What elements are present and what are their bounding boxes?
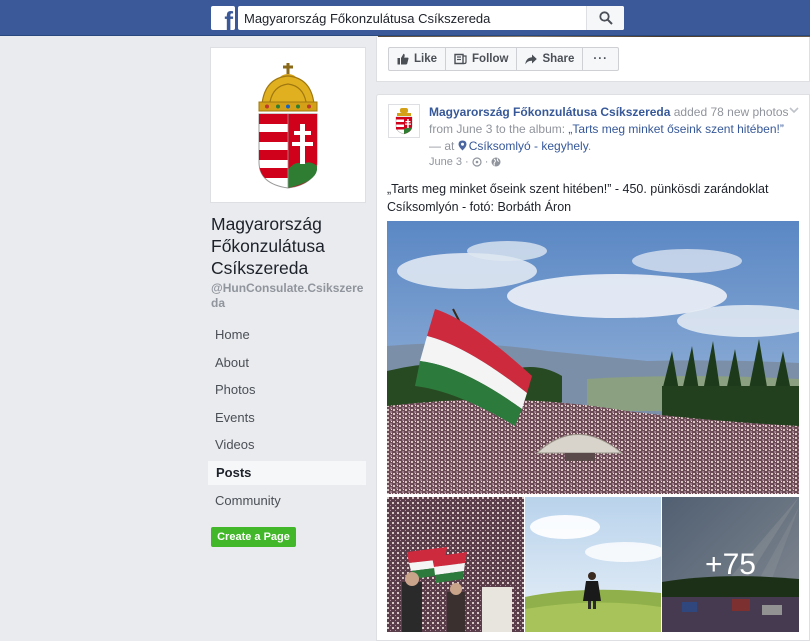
thumbs-up-icon — [397, 53, 409, 65]
nav-item-community[interactable]: Community — [207, 487, 367, 515]
profile-picture[interactable] — [210, 47, 366, 203]
location-check-icon — [472, 157, 482, 167]
share-button[interactable]: Share — [516, 47, 584, 71]
album-link[interactable]: „Tarts meg minket őseink szent hitében!” — [568, 122, 783, 136]
search-icon — [599, 11, 613, 25]
coat-of-arms-image — [215, 52, 361, 198]
post-photo-thumbnail-3[interactable]: +75 — [662, 497, 799, 632]
at-text: — at — [429, 139, 458, 153]
location-pin-icon — [458, 140, 467, 151]
page-action-buttons: Like Follow Share ··· — [388, 47, 619, 71]
post-header: Magyarország Főkonzulátusa Csíkszereda a… — [429, 104, 789, 155]
create-page-button[interactable]: Create a Page — [211, 527, 296, 547]
page-navigation: Home About Photos Events Videos Posts Co… — [207, 321, 367, 514]
nav-item-photos[interactable]: Photos — [207, 376, 367, 404]
post-message: „Tarts meg minket őseink szent hitében!”… — [387, 182, 769, 214]
post-meta: June 3 · · — [429, 156, 501, 168]
location-link[interactable]: Csíksomlyó - kegyhely — [469, 139, 588, 153]
globe-public-icon — [491, 157, 501, 167]
photo-girl-meadow — [525, 497, 661, 632]
search-button[interactable] — [586, 6, 624, 30]
photo-crowd-flag — [387, 221, 799, 494]
share-label: Share — [542, 53, 575, 65]
search-box — [238, 6, 624, 30]
nav-item-posts[interactable]: Posts — [207, 459, 367, 486]
like-label: Like — [414, 53, 438, 65]
facebook-logo-letter: f — [224, 6, 233, 30]
location-period: . — [587, 139, 592, 153]
more-icon: ··· — [593, 53, 608, 65]
meta-separator-2: · — [484, 156, 489, 168]
post-photo-main[interactable] — [387, 221, 799, 494]
coat-of-arms-thumbnail — [395, 108, 413, 135]
nav-item-home[interactable]: Home — [207, 321, 367, 349]
page-handle[interactable]: @HunConsulate.Csikszereda — [211, 281, 369, 311]
more-photos-overlay[interactable]: +75 — [662, 497, 799, 632]
follow-icon — [454, 53, 467, 65]
post-author-avatar[interactable] — [388, 104, 420, 138]
post-author-link[interactable]: Magyarország Főkonzulátusa Csíkszereda — [429, 105, 670, 119]
meta-separator: · — [465, 156, 469, 168]
nav-item-events[interactable]: Events — [207, 404, 367, 432]
more-options-button[interactable]: ··· — [582, 47, 619, 71]
nav-item-about[interactable]: About — [207, 349, 367, 377]
page-title: Magyarország Főkonzulátusa Csíkszereda — [211, 214, 325, 278]
share-arrow-icon — [525, 54, 538, 64]
post-photo-thumbnail-2[interactable] — [525, 497, 661, 632]
follow-label: Follow — [472, 53, 509, 65]
facebook-logo-icon[interactable]: f — [211, 6, 235, 30]
post-photo-thumbnail-1[interactable] — [387, 497, 524, 632]
search-input[interactable] — [238, 6, 586, 30]
photo-crowd-flags — [387, 497, 524, 632]
top-navigation-bar: f — [0, 0, 810, 36]
post-date[interactable]: June 3 — [429, 156, 462, 168]
like-button[interactable]: Like — [388, 47, 447, 71]
nav-item-videos[interactable]: Videos — [207, 431, 367, 459]
follow-button[interactable]: Follow — [445, 47, 518, 71]
post-options-chevron-icon[interactable] — [788, 104, 800, 116]
